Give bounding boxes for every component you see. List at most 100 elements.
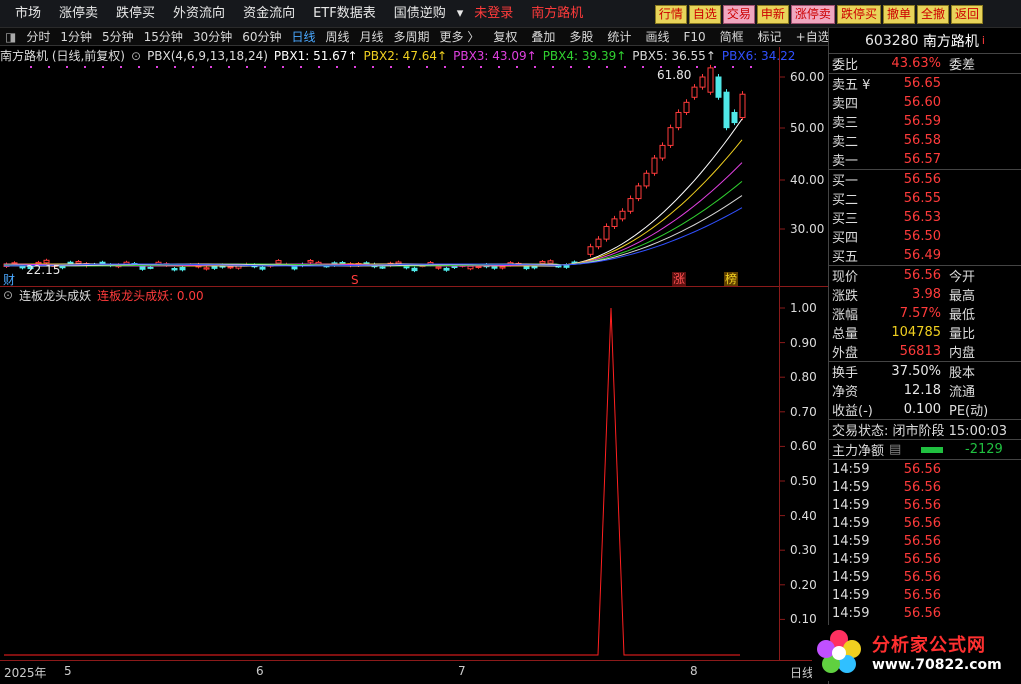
trade-button-5[interactable]: 跌停买 [836, 5, 881, 24]
candle-body [643, 172, 650, 187]
candle-body [651, 157, 658, 174]
candle-body [475, 266, 482, 269]
candle-body [723, 91, 730, 129]
menu-item-4[interactable]: 资金流向 [234, 5, 304, 23]
tool-button-1[interactable]: 叠加 [526, 29, 560, 45]
indicator-dropdown-icon[interactable]: ⊙ [131, 49, 147, 63]
candle-body [179, 266, 186, 271]
trade-tick: 14:59 56.56 [829, 514, 1021, 532]
trade-button-7[interactable]: 全撤 [916, 5, 949, 24]
dragon-tiger-marker: 榜 [725, 271, 737, 286]
indicator-collapse-icon[interactable]: ⊙ [0, 288, 19, 302]
candle-body [619, 210, 626, 220]
flower-logo-icon [817, 630, 861, 673]
ma-dot [174, 66, 176, 68]
stat-value: 3.98 [912, 287, 941, 302]
ma-dot [714, 66, 716, 68]
tool-button-3[interactable]: 统计 [602, 29, 636, 45]
trade-button-0[interactable]: 行情 [654, 5, 687, 24]
indicator-title: 连板龙头成妖 [19, 288, 92, 303]
period-tab-2[interactable]: 5分钟 [97, 29, 139, 45]
ma-dot [408, 66, 410, 68]
trade-button-4[interactable]: 涨停卖 [790, 5, 835, 24]
sell-order-label: 卖三 [832, 116, 859, 131]
low-price-label: 22.15 [26, 263, 60, 277]
candle-body [307, 259, 314, 263]
ma-dot [696, 66, 698, 68]
indicator-chart[interactable] [0, 303, 828, 660]
candle-body [659, 144, 666, 159]
list-icon[interactable]: ▤ [889, 442, 903, 457]
period-tab-10[interactable]: 更多 〉 [435, 29, 485, 45]
period-tab-4[interactable]: 30分钟 [188, 29, 237, 45]
trade-button-3[interactable]: 申新 [756, 5, 789, 24]
candle-body [291, 266, 298, 270]
menu-dropdown-icon[interactable]: ▾ [455, 5, 466, 23]
tool-button-5[interactable]: F10 [678, 29, 710, 45]
stat-row: 外盘 56813 内盘 [829, 342, 1021, 361]
candle-body [403, 265, 410, 269]
menu-item-2[interactable]: 跌停买 [107, 5, 164, 23]
menu-item-5[interactable]: ETF数据表 [304, 5, 385, 23]
tool-button-2[interactable]: 多股 [564, 29, 598, 45]
period-tab-5[interactable]: 60分钟 [237, 29, 286, 45]
period-tab-6[interactable]: 日线 [286, 29, 320, 45]
menu-item-0[interactable]: 市场 [6, 5, 50, 23]
ma-dot [732, 66, 734, 68]
high-price-label: 61.80 [657, 68, 691, 82]
tool-button-7[interactable]: 标记 [753, 29, 787, 45]
ma-dot [156, 66, 158, 68]
menu-item-3[interactable]: 外资流向 [164, 5, 234, 23]
stat2-value: 12.18 [903, 383, 941, 398]
candle-body [171, 267, 178, 271]
stat2-row: 净资 12.18 流通 [829, 381, 1021, 400]
stat-row: 涨跌 3.98 最高 [829, 285, 1021, 304]
period-tab-9[interactable]: 多周期 [389, 29, 435, 45]
trade-price: 56.56 [903, 461, 941, 477]
indicator-tick-label: 0.60 [790, 439, 817, 454]
ma-dot [750, 66, 752, 68]
trade-button-2[interactable]: 交易 [722, 5, 755, 24]
sell-order-row: 卖一 56.57 [829, 150, 1021, 169]
menu-red-item-0[interactable]: 未登录 [465, 5, 522, 23]
candle-body [699, 76, 706, 88]
trade-button-8[interactable]: 返回 [950, 5, 983, 24]
period-tab-3[interactable]: 15分钟 [139, 29, 188, 45]
ma-dot [462, 66, 464, 68]
tool-button-6[interactable]: 简框 [715, 29, 749, 45]
candle-body [587, 246, 594, 255]
candle-body [395, 261, 402, 265]
period-tab-7[interactable]: 周线 [321, 29, 355, 45]
menu-red-item-1[interactable]: 南方路机 [522, 5, 592, 23]
tool-button-4[interactable]: 画线 [640, 29, 674, 45]
toolbar-toggle-icon[interactable]: ◨ [0, 29, 21, 45]
price-tick-label: 40.00 [790, 173, 825, 187]
candle-body [595, 238, 602, 248]
period-tab-0[interactable]: 分时 [21, 29, 55, 45]
menu-item-1[interactable]: 涨停卖 [50, 5, 107, 23]
indicator-name[interactable]: PBX(4,6,9,13,18,24) [147, 49, 274, 63]
trade-button-1[interactable]: 自选 [688, 5, 721, 24]
period-tab-1[interactable]: 1分钟 [55, 29, 97, 45]
stat-value: 56.56 [903, 268, 941, 283]
trade-button-6[interactable]: 撤单 [882, 5, 915, 24]
candle-body [523, 265, 530, 270]
stat-label2: 量比 [949, 327, 976, 342]
period-tab-8[interactable]: 月线 [355, 29, 389, 45]
stat2-label: 净资 [832, 385, 859, 400]
candlestick-chart[interactable]: 61.80 22.15 财 S 涨 榜 [0, 64, 828, 286]
menu-item-6[interactable]: 国债逆购 [385, 5, 455, 23]
ma-dot [120, 66, 122, 68]
candle-body [547, 260, 554, 264]
buy-order-label: 买三 [832, 212, 859, 227]
trade-price: 56.56 [903, 587, 941, 603]
info-icon[interactable]: i [982, 34, 985, 47]
tool-button-0[interactable]: 复权 [488, 29, 522, 45]
stat-label2: 今开 [949, 270, 976, 285]
limit-up-marker: 涨 [673, 271, 685, 286]
candle-body [203, 267, 210, 270]
financial-marker: 财 [3, 273, 15, 286]
buy-order-price: 56.50 [903, 229, 941, 244]
ma-dot [246, 66, 248, 68]
pbx-value-2: PBX2: 47.64↑ [363, 48, 448, 63]
